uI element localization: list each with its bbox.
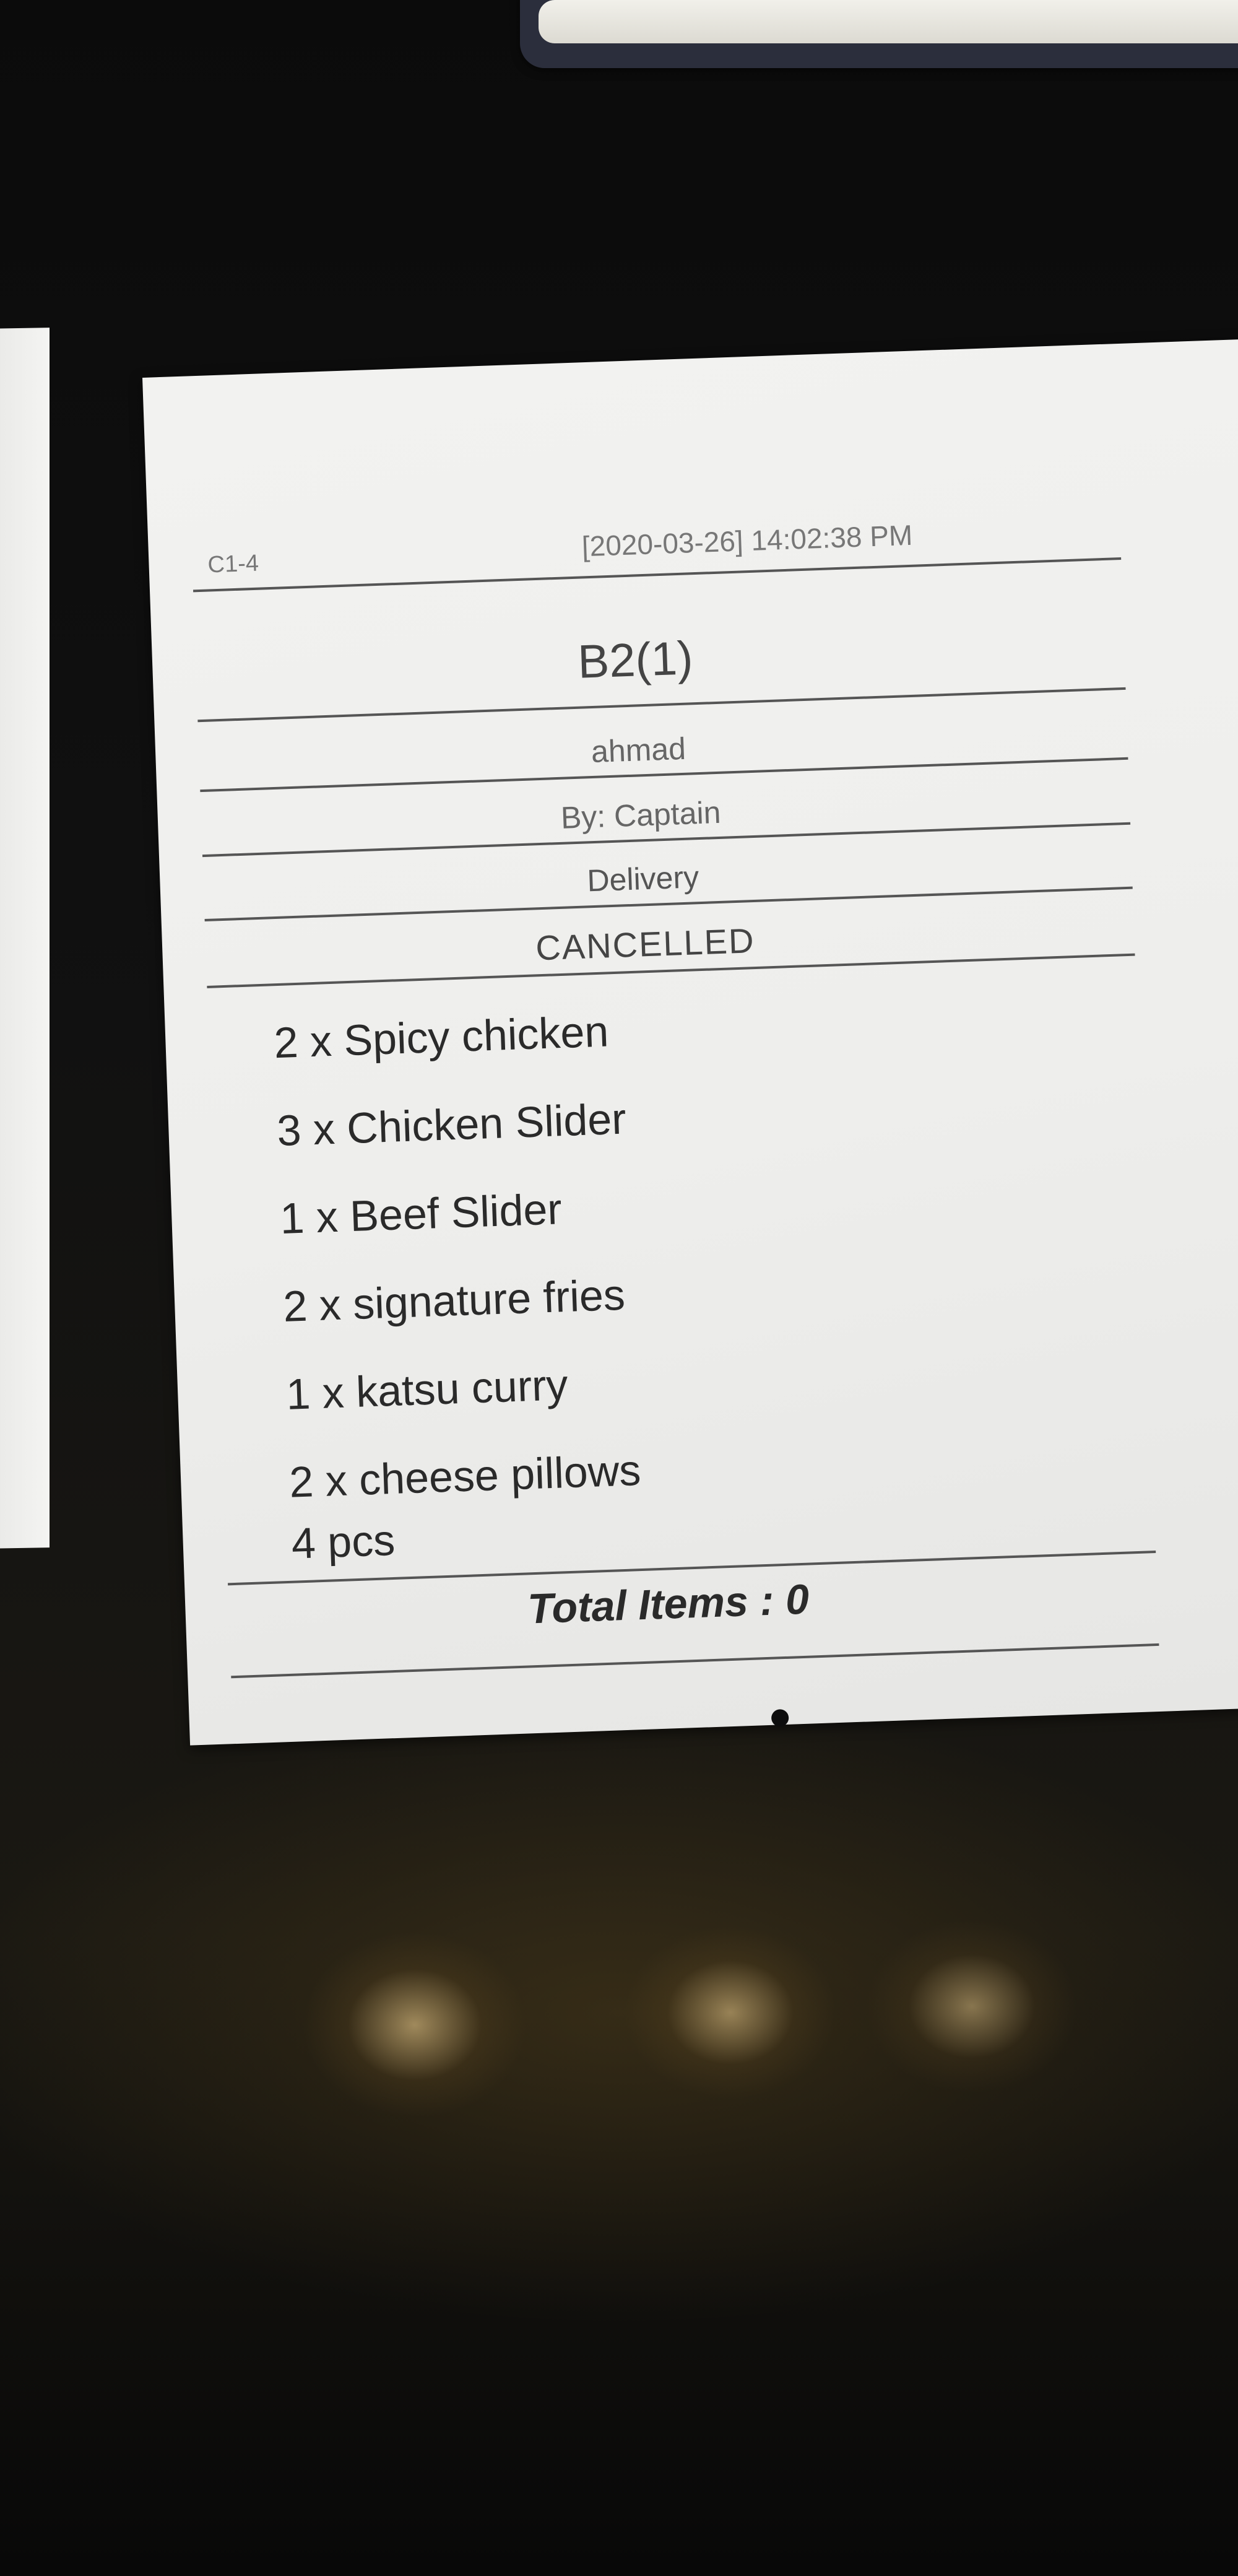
tear-notch: [771, 1708, 789, 1727]
divider: [193, 557, 1122, 593]
phone-screen: [539, 0, 1238, 43]
list-item: 3 x Chicken Slider: [276, 1094, 627, 1155]
item-list: 2 x Spicy chicken 3 x Chicken Slider 1 x…: [272, 986, 642, 1526]
list-item: 2 x signature fries: [282, 1270, 626, 1331]
order-receipt: C1-4 [2020-03-26] 14:02:38 PM B2(1) ahma…: [142, 339, 1238, 1746]
side-paper: [0, 328, 50, 1549]
station-code: C1-4: [207, 550, 259, 578]
total-items: Total Items : 0: [527, 1575, 810, 1633]
item-note: 4 pcs: [290, 1515, 396, 1568]
list-item: 1 x katsu curry: [285, 1360, 569, 1419]
list-item: 1 x Beef Slider: [279, 1185, 563, 1243]
phone: [520, 0, 1238, 68]
list-item: 2 x cheese pillows: [288, 1445, 642, 1507]
divider: [231, 1643, 1159, 1679]
table-number: B2(1): [577, 632, 694, 689]
order-timestamp: [2020-03-26] 14:02:38 PM: [581, 518, 914, 563]
list-item: 2 x Spicy chicken: [273, 1007, 610, 1068]
